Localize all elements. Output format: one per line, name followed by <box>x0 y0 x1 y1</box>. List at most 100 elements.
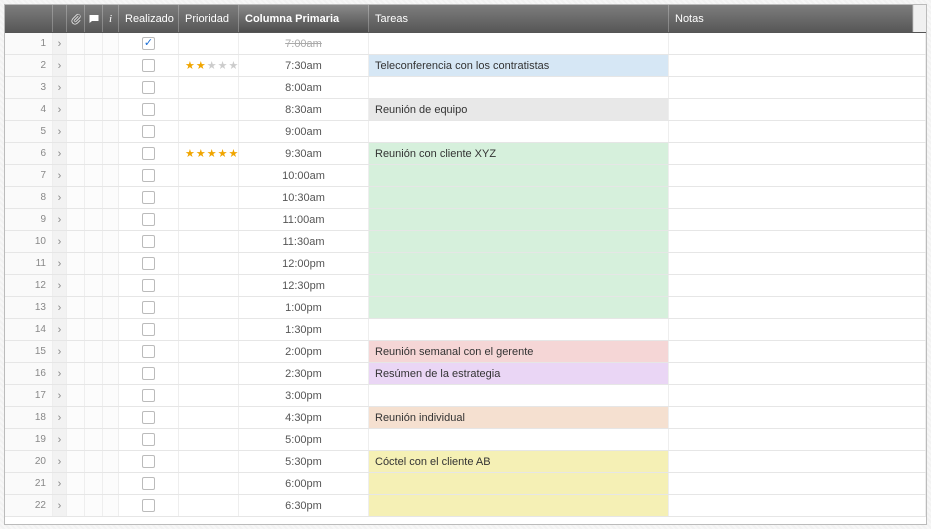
prioridad-cell[interactable] <box>179 275 239 296</box>
tareas-cell[interactable]: Teleconferencia con los contratistas <box>369 55 669 76</box>
column-header-columna-primaria[interactable]: Columna Primaria <box>239 5 369 32</box>
table-row[interactable]: 18›4:30pmReunión individual <box>5 407 926 429</box>
table-row[interactable]: 10› 11:30am <box>5 231 926 253</box>
prioridad-cell[interactable]: ★★★★★ <box>179 143 239 164</box>
tareas-cell[interactable] <box>369 495 669 516</box>
comment-cell[interactable] <box>85 99 103 120</box>
comment-cell[interactable] <box>85 55 103 76</box>
row-number[interactable]: 22 <box>5 495 53 516</box>
done-checkbox[interactable] <box>142 235 155 248</box>
prioridad-cell[interactable] <box>179 429 239 450</box>
realizado-cell[interactable] <box>119 429 179 450</box>
table-row[interactable]: 20›5:30pmCóctel con el cliente AB <box>5 451 926 473</box>
tareas-cell[interactable] <box>369 187 669 208</box>
row-number[interactable]: 3 <box>5 77 53 98</box>
done-checkbox[interactable] <box>142 125 155 138</box>
row-number[interactable]: 13 <box>5 297 53 318</box>
comment-cell[interactable] <box>85 165 103 186</box>
attachment-cell[interactable] <box>67 429 85 450</box>
realizado-cell[interactable] <box>119 297 179 318</box>
row-expand-handle[interactable]: › <box>53 319 67 340</box>
info-cell[interactable] <box>103 275 119 296</box>
tareas-cell[interactable] <box>369 77 669 98</box>
prioridad-cell[interactable] <box>179 363 239 384</box>
comment-cell[interactable] <box>85 363 103 384</box>
primaria-cell[interactable]: 11:30am <box>239 231 369 252</box>
tareas-cell[interactable]: Resúmen de la estrategia <box>369 363 669 384</box>
attachment-cell[interactable] <box>67 319 85 340</box>
primaria-cell[interactable]: 9:00am <box>239 121 369 142</box>
attachment-cell[interactable] <box>67 231 85 252</box>
tareas-cell[interactable] <box>369 33 669 54</box>
table-row[interactable]: 8›10:30am <box>5 187 926 209</box>
prioridad-cell[interactable] <box>179 253 239 274</box>
table-row[interactable]: 4›8:30amReunión de equipo <box>5 99 926 121</box>
row-number[interactable]: 8 <box>5 187 53 208</box>
row-number[interactable]: 11 <box>5 253 53 274</box>
prioridad-cell[interactable] <box>179 77 239 98</box>
notas-cell[interactable] <box>669 99 926 120</box>
notas-cell[interactable] <box>669 253 926 274</box>
row-expand-handle[interactable]: › <box>53 55 67 76</box>
row-number[interactable]: 10 <box>5 231 53 252</box>
realizado-cell[interactable] <box>119 187 179 208</box>
prioridad-cell[interactable] <box>179 209 239 230</box>
primaria-cell[interactable]: 1:00pm <box>239 297 369 318</box>
row-number[interactable]: 17 <box>5 385 53 406</box>
grid-body[interactable]: 1›✓7:00am2›★★★★★7:30amTeleconferencia co… <box>5 33 926 524</box>
done-checkbox[interactable] <box>142 389 155 402</box>
tareas-cell[interactable] <box>369 121 669 142</box>
row-expand-handle[interactable]: › <box>53 231 67 252</box>
table-row[interactable]: 13›1:00pm <box>5 297 926 319</box>
done-checkbox[interactable] <box>142 279 155 292</box>
notas-cell[interactable] <box>669 407 926 428</box>
tareas-cell[interactable]: Reunión de equipo <box>369 99 669 120</box>
info-cell[interactable] <box>103 121 119 142</box>
row-number[interactable]: 15 <box>5 341 53 362</box>
row-expand-handle[interactable]: › <box>53 451 67 472</box>
done-checkbox[interactable] <box>142 169 155 182</box>
done-checkbox[interactable] <box>142 499 155 512</box>
row-expand-handle[interactable]: › <box>53 363 67 384</box>
attachment-cell[interactable] <box>67 363 85 384</box>
prioridad-cell[interactable] <box>179 451 239 472</box>
notas-cell[interactable] <box>669 495 926 516</box>
done-checkbox[interactable] <box>142 411 155 424</box>
row-number[interactable]: 14 <box>5 319 53 340</box>
done-checkbox[interactable] <box>142 301 155 314</box>
realizado-cell[interactable] <box>119 77 179 98</box>
row-expand-handle[interactable]: › <box>53 473 67 494</box>
notas-cell[interactable] <box>669 231 926 252</box>
primaria-cell[interactable]: 1:30pm <box>239 319 369 340</box>
tareas-cell[interactable] <box>369 209 669 230</box>
info-cell[interactable] <box>103 341 119 362</box>
comment-cell[interactable] <box>85 473 103 494</box>
comment-cell[interactable] <box>85 33 103 54</box>
comment-header[interactable] <box>85 5 103 32</box>
prioridad-cell[interactable] <box>179 99 239 120</box>
attachment-cell[interactable] <box>67 77 85 98</box>
tareas-cell[interactable] <box>369 275 669 296</box>
row-number[interactable]: 1 <box>5 33 53 54</box>
tareas-cell[interactable] <box>369 297 669 318</box>
info-cell[interactable] <box>103 429 119 450</box>
row-number[interactable]: 20 <box>5 451 53 472</box>
table-row[interactable]: 17›3:00pm <box>5 385 926 407</box>
realizado-cell[interactable] <box>119 253 179 274</box>
info-cell[interactable] <box>103 363 119 384</box>
tareas-cell[interactable] <box>369 429 669 450</box>
comment-cell[interactable] <box>85 385 103 406</box>
attachment-cell[interactable] <box>67 165 85 186</box>
notas-cell[interactable] <box>669 121 926 142</box>
attachment-cell[interactable] <box>67 451 85 472</box>
comment-cell[interactable] <box>85 77 103 98</box>
row-number-header[interactable] <box>5 5 53 32</box>
done-checkbox[interactable]: ✓ <box>142 37 155 50</box>
notas-cell[interactable] <box>669 77 926 98</box>
tareas-cell[interactable]: Cóctel con el cliente AB <box>369 451 669 472</box>
attachment-cell[interactable] <box>67 99 85 120</box>
info-cell[interactable] <box>103 451 119 472</box>
column-header-realizado[interactable]: Realizado <box>119 5 179 32</box>
row-expand-handle[interactable]: › <box>53 99 67 120</box>
attachment-cell[interactable] <box>67 187 85 208</box>
